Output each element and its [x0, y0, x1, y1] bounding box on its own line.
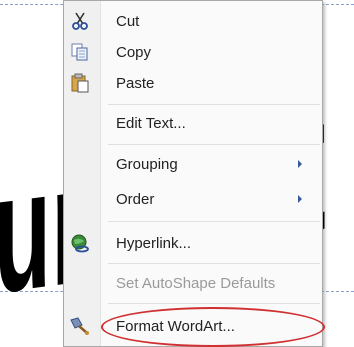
submenu-arrow-icon [298, 195, 302, 203]
menu-item-format-wordart[interactable]: Format WordArt... [64, 311, 322, 341]
paste-icon [69, 73, 91, 93]
submenu-arrow-icon [298, 160, 302, 168]
menu-item-paste[interactable]: Paste [64, 68, 322, 98]
menu-item-label: Hyperlink... [116, 234, 192, 252]
menu-item-copy[interactable]: Copy [64, 37, 322, 67]
menu-item-label: Grouping [116, 155, 178, 173]
menu-item-label: Cut [116, 12, 140, 30]
copy-icon [69, 42, 91, 62]
globe-link-icon [69, 233, 91, 253]
menu-item-edit-text[interactable]: Edit Text... [64, 108, 322, 138]
menu-separator [108, 263, 320, 264]
menu-item-label: Set AutoShape Defaults [116, 274, 276, 292]
menu-item-label: Order [116, 190, 155, 208]
menu-item-label: Copy [116, 43, 152, 61]
menu-item-grouping[interactable]: Grouping [64, 149, 322, 179]
menu-separator [108, 303, 320, 304]
menu-item-order[interactable]: Order [64, 184, 322, 214]
menu-item-label: Paste [116, 74, 155, 92]
menu-item-label: Format WordArt... [116, 317, 235, 335]
menu-separator [108, 221, 320, 222]
format-brush-icon [69, 316, 91, 336]
menu-item-set-autoshape-defaults: Set AutoShape Defaults [64, 268, 322, 298]
context-menu: Cut Copy Paste Edit Text... Grouping Ord… [63, 0, 323, 347]
scissors-icon [69, 11, 91, 31]
menu-separator [108, 104, 320, 105]
menu-separator [108, 144, 320, 145]
menu-item-cut[interactable]: Cut [64, 6, 322, 36]
menu-item-label: Edit Text... [116, 114, 186, 132]
menu-item-hyperlink[interactable]: Hyperlink... [64, 228, 322, 258]
